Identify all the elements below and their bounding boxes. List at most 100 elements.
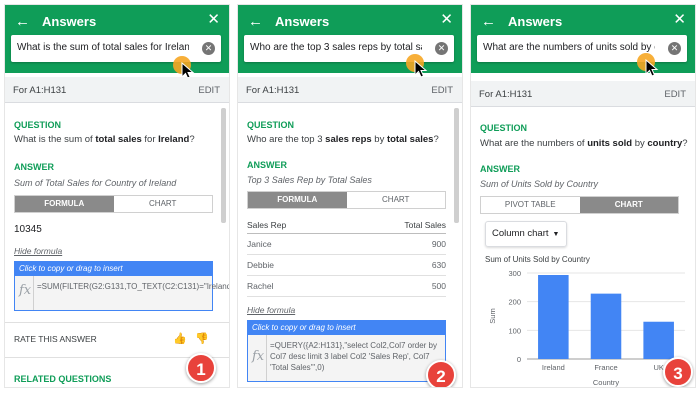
tab-pivot-table[interactable]: PIVOT TABLE <box>481 197 580 213</box>
close-icon[interactable]: ✕ <box>207 10 220 28</box>
back-arrow-icon[interactable]: ← <box>15 13 30 30</box>
answer-label: ANSWER <box>14 162 54 172</box>
related-questions-label: RELATED QUESTIONS <box>14 374 112 384</box>
tab-chart[interactable]: CHART <box>347 192 446 208</box>
y-tick-label: 100 <box>508 326 521 335</box>
y-axis-label: Sum <box>488 308 497 323</box>
question-text: What are the numbers of units sold by co… <box>480 138 688 149</box>
formula-box[interactable]: Click to copy or drag to insert fx =SUM(… <box>14 261 230 311</box>
mouse-cursor-icon <box>645 59 659 77</box>
y-tick-label: 200 <box>508 298 521 307</box>
edit-range-button[interactable]: EDIT <box>198 85 220 96</box>
hide-formula-link[interactable]: Hide formula <box>14 246 62 256</box>
close-icon[interactable]: ✕ <box>673 10 686 28</box>
rep-name: Janice <box>247 233 344 255</box>
question-label: QUESTION <box>480 123 528 133</box>
back-arrow-icon[interactable]: ← <box>248 13 263 30</box>
x-tick-label: France <box>594 363 617 372</box>
hide-formula-link[interactable]: Hide formula <box>247 305 295 315</box>
copy-hint: Click to copy or drag to insert <box>248 321 445 335</box>
thumbs-up-icon[interactable]: 👍 <box>173 332 187 345</box>
results-table: Sales Rep Total Sales Janice 900 Debbie 63… <box>247 217 446 297</box>
fx-icon: fx <box>19 283 32 298</box>
bar-uk <box>643 321 674 359</box>
answers-panel-1: ← Answers ✕ What is the sum of total sale… <box>4 4 230 388</box>
y-tick-label: 300 <box>508 269 521 278</box>
column-header-sales-rep: Sales Rep <box>247 217 344 234</box>
fx-icon: fx <box>252 349 265 364</box>
question-search-input[interactable]: What is the sum of total sales for Irela… <box>11 35 221 62</box>
tab-formula[interactable]: FORMULA <box>248 192 347 208</box>
copy-hint: Click to copy or drag to insert <box>15 262 212 276</box>
search-input-text[interactable]: Who are the top 3 sales reps by total sa… <box>250 42 422 53</box>
rep-name: Debbie <box>247 254 344 276</box>
tab-chart[interactable]: CHART <box>114 196 213 212</box>
tab-formula[interactable]: FORMULA <box>15 196 114 212</box>
question-label: QUESTION <box>247 120 295 130</box>
thumbs-down-icon[interactable]: 👎 <box>195 332 209 345</box>
range-bar: For A1:H131 EDIT <box>471 81 695 107</box>
step-badge: 1 <box>186 353 216 383</box>
answer-value: 10345 <box>14 224 42 235</box>
clear-search-icon[interactable]: ✕ <box>668 42 681 55</box>
mouse-cursor-icon <box>414 60 428 78</box>
scrollbar[interactable] <box>454 108 459 223</box>
chart-type-value: Column chart <box>492 228 549 239</box>
scrollbar[interactable] <box>221 108 226 223</box>
table-row: Janice 900 <box>247 233 446 255</box>
range-label: For A1:H131 <box>246 85 300 96</box>
formula-chart-toggle: FORMULA CHART <box>14 195 213 213</box>
formula-text: =QUERY({A2:H131},"select Col2,Col7 order… <box>270 341 437 372</box>
answers-panel-2: ← Answers ✕ Who are the top 3 sales reps … <box>237 4 463 388</box>
question-text: Who are the top 3 sales reps by total sa… <box>247 134 439 145</box>
formula-box[interactable]: Click to copy or drag to insert fx =QUER… <box>247 320 446 382</box>
panel-header: ← Answers ✕ What are the numbers of units… <box>471 5 695 73</box>
question-text: What is the sum of total sales for Irela… <box>14 134 195 145</box>
caret-down-icon: ▼ <box>552 231 560 238</box>
step-badge: 3 <box>663 357 693 387</box>
formula-text: =SUM(FILTER(G2:G131,TO_TEXT(C2:C131)="Ir… <box>37 282 230 291</box>
answer-caption: Top 3 Sales Rep by Total Sales <box>247 175 372 185</box>
search-input-text[interactable]: What is the sum of total sales for Irela… <box>17 42 189 53</box>
panel-header: ← Answers ✕ Who are the top 3 sales reps … <box>238 5 462 73</box>
step-badge: 2 <box>426 360 456 387</box>
table-row: Rachel 500 <box>247 275 446 297</box>
rate-answer-label: RATE THIS ANSWER <box>14 334 97 344</box>
answer-label: ANSWER <box>247 160 287 170</box>
question-search-input[interactable]: What are the numbers of units sold by co… <box>477 35 687 62</box>
range-label: For A1:H131 <box>479 89 533 100</box>
rep-name: Rachel <box>247 275 344 297</box>
rep-total: 630 <box>343 254 446 276</box>
x-axis-label: Country <box>593 378 620 387</box>
column-header-total-sales: Total Sales <box>343 217 446 234</box>
answer-label: ANSWER <box>480 164 520 174</box>
range-bar: For A1:H131 EDIT <box>238 77 462 103</box>
table-row: Debbie 630 <box>247 254 446 276</box>
rep-total: 500 <box>343 275 446 297</box>
search-input-text[interactable]: What are the numbers of units sold by co <box>483 42 655 53</box>
answers-panel-3: ← Answers ✕ What are the numbers of units… <box>470 4 696 388</box>
close-icon[interactable]: ✕ <box>440 10 453 28</box>
y-tick-label: 0 <box>517 355 521 364</box>
rep-total: 900 <box>343 233 446 255</box>
bar-france <box>590 293 622 359</box>
clear-search-icon[interactable]: ✕ <box>435 42 448 55</box>
formula-chart-toggle: FORMULA CHART <box>247 191 446 209</box>
panel-title: Answers <box>275 13 330 29</box>
answer-caption: Sum of Units Sold by Country <box>480 179 599 189</box>
clear-search-icon[interactable]: ✕ <box>202 42 215 55</box>
edit-range-button[interactable]: EDIT <box>664 89 686 100</box>
edit-range-button[interactable]: EDIT <box>431 85 453 96</box>
tab-chart[interactable]: CHART <box>579 197 678 213</box>
question-label: QUESTION <box>14 120 62 130</box>
x-tick-label: Ireland <box>542 363 565 372</box>
answer-caption: Sum of Total Sales for Country of Irelan… <box>14 178 177 188</box>
panel-header: ← Answers ✕ What is the sum of total sale… <box>5 5 229 73</box>
panel-title: Answers <box>42 13 97 29</box>
back-arrow-icon[interactable]: ← <box>481 13 496 30</box>
pivot-chart-toggle: PIVOT TABLE CHART <box>480 196 679 214</box>
chart-type-dropdown[interactable]: Column chart ▼ <box>485 221 567 247</box>
chart-title: Sum of Units Sold by Country <box>485 255 590 264</box>
range-label: For A1:H131 <box>13 85 67 96</box>
range-bar: For A1:H131 EDIT <box>5 77 229 103</box>
